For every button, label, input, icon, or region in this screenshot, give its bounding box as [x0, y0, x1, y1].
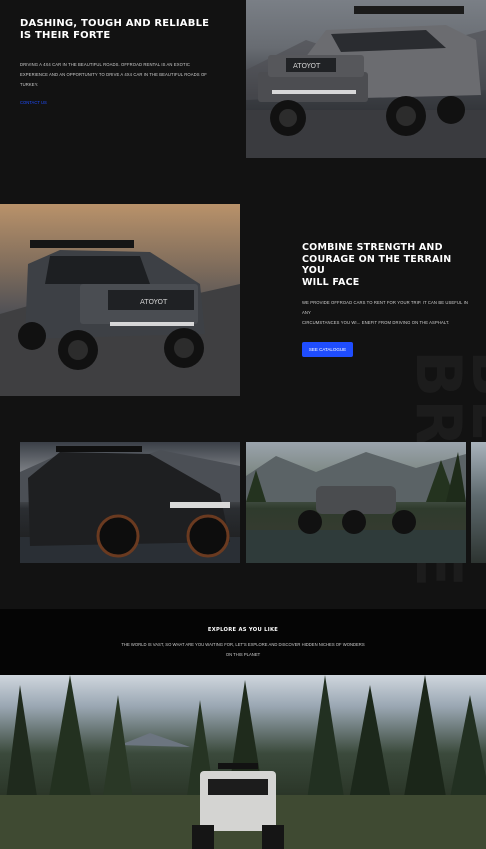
feature-image: ATOYOT	[0, 204, 240, 396]
gallery-item[interactable]	[246, 442, 466, 563]
gallery-item[interactable]	[471, 442, 486, 563]
explore-section: EXPLORE AS YOU LIKE THE WORLD IS VAST, S…	[0, 609, 486, 675]
svg-text:ATOYOT: ATOYOT	[140, 298, 168, 306]
feature-body-line: WE PROVIDE OFFROAD CARS TO RENT FOR YOUR…	[302, 300, 468, 315]
feature-title-line: COMBINE STRENGTH AND	[302, 242, 443, 253]
feature-title: COMBINE STRENGTH AND COURAGE ON THE TERR…	[302, 242, 472, 288]
feature-text: COMBINE STRENGTH AND COURAGE ON THE TERR…	[302, 242, 472, 328]
hero-image: ATOYOT	[246, 0, 486, 158]
contact-us-link[interactable]: CONTACT US	[20, 100, 220, 105]
feature-title-line: COURAGE ON THE TERRAIN YOU	[302, 253, 452, 277]
explore-line: ON THIS PLANET	[225, 652, 261, 657]
vehicle-illustration	[246, 452, 466, 563]
pickup-illustration: ATOYOT	[0, 240, 240, 396]
see-catalogue-button[interactable]: SEE CATALOGUE	[302, 342, 353, 357]
forest-illustration	[0, 675, 486, 849]
feature-body: WE PROVIDE OFFROAD CARS TO RENT FOR YOUR…	[302, 298, 472, 328]
svg-text:ATOYOT: ATOYOT	[293, 62, 321, 70]
hero-body-line: DRIVING A 4X4 CAR IN THE BEAUTIFUL ROADS…	[20, 62, 191, 67]
hero-title: DASHING, TOUGH AND RELIABLE IS THEIR FOR…	[20, 18, 210, 41]
hero-body: DRIVING A 4X4 CAR IN THE BEAUTIFUL ROADS…	[20, 60, 220, 90]
feature-title-line: WILL FACE	[302, 276, 360, 288]
explore-subtitle: THE WORLD IS VAST, SO WHAT ARE YOU WAITI…	[0, 640, 486, 660]
feature-body-line: CIRCUMSTANCES YOU WI... ENEFIT FROM DRIV…	[302, 320, 450, 325]
hero-body-line: EXPERIENCE AND AN OPPORTUNITY TO DRIVE A…	[20, 72, 207, 77]
forest-banner-image	[0, 675, 486, 849]
hero-text: DASHING, TOUGH AND RELIABLE IS THEIR FOR…	[20, 18, 220, 105]
vehicle-illustration	[20, 446, 240, 563]
hero-body-line: TURKEY.	[20, 82, 39, 87]
gallery-item[interactable]	[20, 442, 240, 563]
explore-line: THE WORLD IS VAST, SO WHAT ARE YOU WAITI…	[121, 642, 365, 647]
pickup-illustration: ATOYOT	[246, 6, 486, 158]
explore-title: EXPLORE AS YOU LIKE	[207, 627, 279, 633]
